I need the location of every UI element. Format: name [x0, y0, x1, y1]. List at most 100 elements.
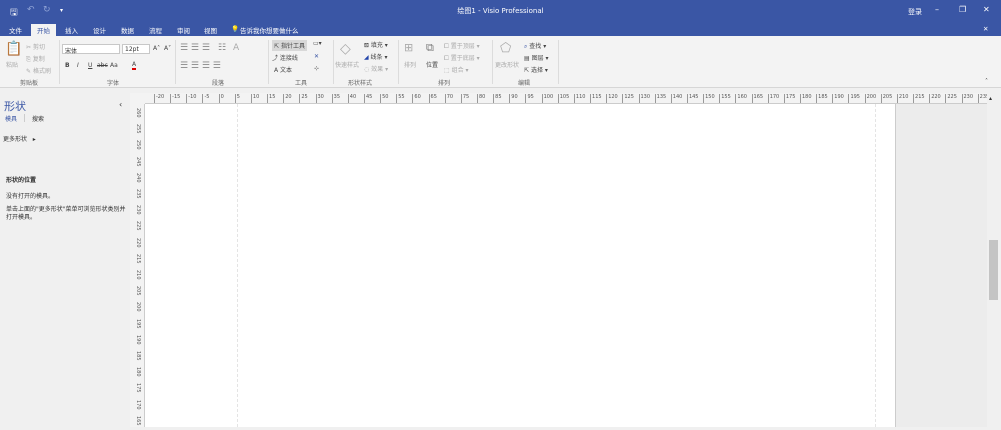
ruler-tick-label: 30	[315, 94, 324, 103]
tab-insert[interactable]: 插入	[65, 25, 78, 35]
format-painter-button[interactable]: ✎ 格式刷	[26, 66, 51, 75]
font-name-select[interactable]: 宋体	[62, 44, 120, 55]
ruler-tick-label: 20	[283, 94, 292, 103]
grow-font-button[interactable]: A˄	[153, 45, 160, 52]
tab-process[interactable]: 流程	[149, 25, 162, 35]
section-title: 形状的位置	[6, 177, 37, 184]
scroll-up-button[interactable]: ▴	[989, 95, 992, 102]
more-shapes-menu[interactable]: 更多形状 ▸	[3, 134, 36, 143]
ruler-tick-label: 40	[347, 94, 356, 103]
login-link[interactable]: 登录	[908, 7, 922, 17]
divider	[268, 40, 269, 84]
select-button[interactable]: ⇱ 选择 ▾	[524, 65, 548, 74]
ruler-tick-label: 255	[135, 124, 141, 134]
text-tool-button[interactable]: A 文本	[274, 65, 292, 74]
no-stencils-message: 没有打开的模具。	[6, 193, 55, 200]
text-rotate-icon[interactable]: A	[233, 43, 239, 53]
bring-to-front-button[interactable]: ⧠ 置于顶层 ▾	[444, 41, 480, 51]
ruler-tick-label: 200	[135, 302, 141, 312]
ribbon-tabs: 文件 开始 插入 设计 数据 流程 审阅 视图 💡 告诉我你想要做什么 ✕	[0, 22, 1001, 36]
group-label-paragraph: 段落	[212, 80, 225, 87]
close-button[interactable]: ✕	[983, 5, 990, 14]
vertical-scrollbar[interactable]: ▴	[987, 93, 1001, 427]
find-button[interactable]: ⌕ 查找 ▾	[524, 41, 546, 51]
collapse-pane-button[interactable]: ‹	[119, 100, 122, 109]
cut-button[interactable]: ✂ 剪切	[26, 42, 45, 51]
ruler-tick-label: 100	[541, 94, 553, 103]
ruler-tick-label: 80	[477, 94, 485, 103]
ruler-tick-label: 240	[135, 172, 141, 183]
effects-label: 效果	[371, 66, 384, 73]
minimize-button[interactable]: –	[935, 5, 939, 14]
ruler-tick-label: 180	[800, 94, 812, 103]
ruler-tick-label: 205	[135, 286, 141, 296]
lightbulb-icon: 💡	[231, 25, 240, 33]
ruler-tick-label: 185	[135, 351, 141, 361]
close-x-icon[interactable]: ✕	[314, 53, 319, 60]
italic-button[interactable]: I	[77, 62, 79, 69]
tab-design[interactable]: 设计	[93, 25, 106, 35]
bullets-icon[interactable]: ☷	[218, 43, 226, 53]
ruler-tick-label: 170	[135, 399, 141, 410]
align-button[interactable]: 排列	[404, 60, 416, 69]
pointer-tool-button[interactable]: ⇱ 指针工具	[272, 40, 307, 51]
scrollbar-thumb[interactable]	[989, 240, 998, 300]
group-button[interactable]: ⬚ 组合 ▾	[444, 65, 469, 74]
align-top-icon[interactable]: ☰ ☰ ☰	[180, 43, 210, 53]
paste-button[interactable]: 粘贴	[6, 60, 18, 69]
ruler-tick-label: 120	[606, 94, 618, 103]
tab-data[interactable]: 数据	[121, 25, 134, 35]
align-center-icon[interactable]: ☰ ☰ ☰ ☰	[180, 61, 221, 71]
ruler-tick-label: 130	[638, 94, 650, 103]
ruler-tick-label: 175	[783, 94, 795, 103]
ruler-tick-label: 215	[913, 94, 925, 103]
ruler-tick-label: 85	[493, 94, 502, 103]
tab-home[interactable]: 开始	[31, 24, 56, 36]
line-button[interactable]: ◢ 线条 ▾	[364, 52, 387, 61]
bold-button[interactable]: B	[65, 62, 70, 69]
font-color-button[interactable]: A	[132, 61, 137, 70]
ruler-tick-label: 155	[719, 94, 731, 103]
rectangle-icon[interactable]: ▭▾	[313, 40, 322, 47]
tab-file[interactable]: 文件	[9, 25, 22, 35]
tell-me-input[interactable]: 告诉我你想要做什么	[240, 25, 299, 35]
tab-search[interactable]: 搜索	[32, 114, 44, 123]
ruler-tick-label: 15	[267, 94, 275, 103]
drawing-canvas[interactable]	[145, 104, 987, 427]
shrink-font-button[interactable]: A˅	[164, 45, 171, 52]
position-button[interactable]: 位置	[426, 60, 438, 69]
quick-styles-button[interactable]: 快速样式	[335, 60, 359, 69]
divider	[333, 40, 334, 84]
connector-button[interactable]: ⤴ 连接线	[272, 53, 298, 62]
position-icon: ⧉	[426, 41, 434, 54]
fill-button[interactable]: ⛾ 填充 ▾	[364, 40, 388, 50]
tab-review[interactable]: 审阅	[177, 25, 190, 35]
send-to-back-button[interactable]: ⧠ 置于底层 ▾	[444, 53, 480, 63]
ruler-tick-label: 185	[816, 94, 828, 103]
ruler-tick-label: 90	[509, 94, 518, 103]
restore-button[interactable]: ❐	[959, 5, 966, 14]
ruler-tick-label: 55	[396, 94, 405, 103]
tab-view[interactable]: 视图	[204, 25, 217, 35]
group-label-arrange: 排列	[438, 80, 451, 87]
ruler-tick-label: 115	[590, 94, 602, 103]
change-case-button[interactable]: Aa	[110, 62, 118, 69]
underline-button[interactable]: U	[88, 62, 92, 69]
collapse-ribbon-button[interactable]: ˄	[985, 78, 988, 85]
ruler-tick-label: 110	[573, 94, 585, 103]
strikethrough-button[interactable]: abc	[97, 62, 108, 69]
change-shape-button[interactable]: 更改形状	[495, 60, 519, 69]
crop-icon[interactable]: ⊹	[314, 65, 319, 72]
divider	[24, 114, 25, 122]
find-label: 查找	[529, 43, 542, 50]
document-close-button[interactable]: ✕	[983, 25, 988, 33]
ruler-tick-label: 220	[135, 237, 141, 248]
effects-button[interactable]: ◌ 效果 ▾	[364, 64, 388, 73]
font-size-select[interactable]: 12pt	[122, 44, 150, 54]
ruler-tick-label: -10	[186, 94, 196, 103]
copy-button[interactable]: ⎘ 复制	[26, 54, 45, 64]
ruler-tick-label: 180	[135, 367, 141, 377]
tab-stencils[interactable]: 模具	[5, 114, 17, 123]
hint-message: 单击上面的"更多形状"菜单可浏览形状类别并打开模具。	[6, 206, 126, 221]
layers-button[interactable]: ▤ 图层 ▾	[524, 53, 549, 62]
